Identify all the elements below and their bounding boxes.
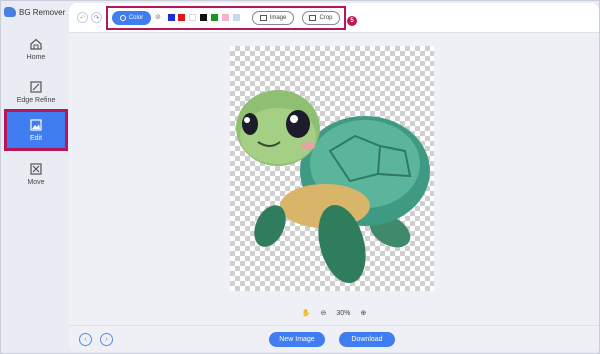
zoom-in-icon[interactable]: ⊕ xyxy=(360,309,366,317)
redo-icon: ↷ xyxy=(93,14,100,22)
sidebar-item-edge-refine[interactable]: Edge Refine xyxy=(4,74,68,110)
app-logo-icon xyxy=(4,7,16,17)
new-image-button[interactable]: New Image xyxy=(269,332,325,347)
swatch-white[interactable] xyxy=(189,14,196,21)
undo-icon: ↶ xyxy=(79,14,86,22)
step-badge: 5 xyxy=(347,16,357,26)
swatch-light-blue[interactable] xyxy=(233,14,240,21)
sidebar-item-label: Home xyxy=(26,53,46,61)
turtle-image xyxy=(236,90,430,284)
crop-button[interactable]: Crop xyxy=(302,11,340,25)
main-panel: ↶ ↷ Color ⊘ Image Crop 5 ✋ ⊖ 30% ⊕ ‹ › N… xyxy=(69,3,599,352)
transparent-background xyxy=(230,46,434,291)
swatch-green[interactable] xyxy=(211,14,218,21)
palette-icon xyxy=(119,15,126,21)
chevron-right-icon: › xyxy=(105,336,108,343)
image-button[interactable]: Image xyxy=(252,11,294,25)
swatch-red[interactable] xyxy=(178,14,185,21)
home-icon xyxy=(30,38,42,50)
bottom-bar: ‹ › New Image Download xyxy=(69,325,599,352)
zoom-out-icon[interactable]: ⊖ xyxy=(320,309,326,317)
sidebar-item-home[interactable]: Home xyxy=(4,31,68,67)
zoom-controls: ✋ ⊖ 30% ⊕ xyxy=(69,305,599,321)
redo-button[interactable]: ↷ xyxy=(91,12,102,23)
sidebar-item-label: Edit xyxy=(29,134,43,142)
sidebar-item-label: Edge Refine xyxy=(16,96,56,104)
app-title: BG Remover xyxy=(19,7,66,17)
zoom-level: 30% xyxy=(336,309,351,317)
no-color-icon[interactable]: ⊘ xyxy=(155,14,162,21)
color-button[interactable]: Color xyxy=(112,11,151,25)
chevron-left-icon: ‹ xyxy=(84,336,87,343)
sidebar-item-move[interactable]: Move xyxy=(4,156,68,192)
undo-button[interactable]: ↶ xyxy=(77,12,88,23)
previous-button[interactable]: ‹ xyxy=(79,333,92,346)
toolbar: ↶ ↷ Color ⊘ Image Crop 5 xyxy=(69,3,599,33)
crop-button-label: Crop xyxy=(319,15,333,21)
next-button[interactable]: › xyxy=(100,333,113,346)
image-button-label: Image xyxy=(269,15,287,21)
title-bar: BG Remover xyxy=(1,1,69,23)
move-icon xyxy=(30,162,42,175)
edit-image-icon xyxy=(30,118,42,131)
hand-icon[interactable]: ✋ xyxy=(302,309,311,317)
swatch-pink[interactable] xyxy=(222,14,229,21)
sidebar-item-label: Move xyxy=(27,178,45,186)
download-button[interactable]: Download xyxy=(339,332,395,347)
color-button-label: Color xyxy=(128,15,144,21)
image-canvas[interactable] xyxy=(69,34,599,301)
app-window: BG Remover Home Edge Refine Edit 4 Move … xyxy=(0,0,600,354)
swatch-black[interactable] xyxy=(200,14,207,21)
edge-refine-icon xyxy=(30,80,42,93)
sidebar: Home Edge Refine Edit 4 Move xyxy=(1,23,81,354)
sidebar-item-edit[interactable]: Edit xyxy=(4,109,68,151)
crop-icon xyxy=(309,15,317,21)
image-icon xyxy=(259,15,267,21)
swatch-blue[interactable] xyxy=(168,14,175,21)
